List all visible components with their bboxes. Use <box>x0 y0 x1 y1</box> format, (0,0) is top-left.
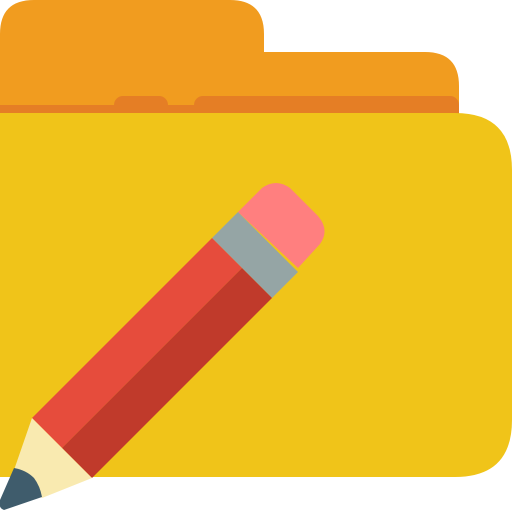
icon-canvas <box>0 0 512 512</box>
folder-edit-icon <box>0 0 512 510</box>
